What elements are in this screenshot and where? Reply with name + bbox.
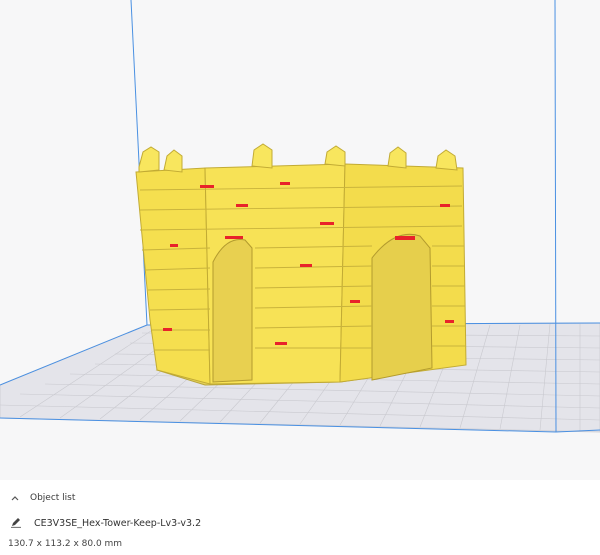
current-object-row[interactable]: CE3V3SE_Hex-Tower-Keep-Lv3-v3.2: [10, 515, 201, 531]
object-list-label: Object list: [30, 493, 76, 503]
tower-model[interactable]: [135, 143, 467, 386]
object-panel: Object list CE3V3SE_Hex-Tower-Keep-Lv3-v…: [0, 480, 600, 555]
pencil-icon[interactable]: [10, 516, 22, 531]
chevron-up-icon: [10, 493, 20, 503]
object-dimensions: 130.7 x 113.2 x 80.0 mm: [8, 539, 123, 549]
object-list-toggle[interactable]: Object list: [10, 490, 75, 506]
object-name: CE3V3SE_Hex-Tower-Keep-Lv3-v3.2: [34, 517, 202, 529]
3d-viewport[interactable]: [0, 0, 600, 480]
